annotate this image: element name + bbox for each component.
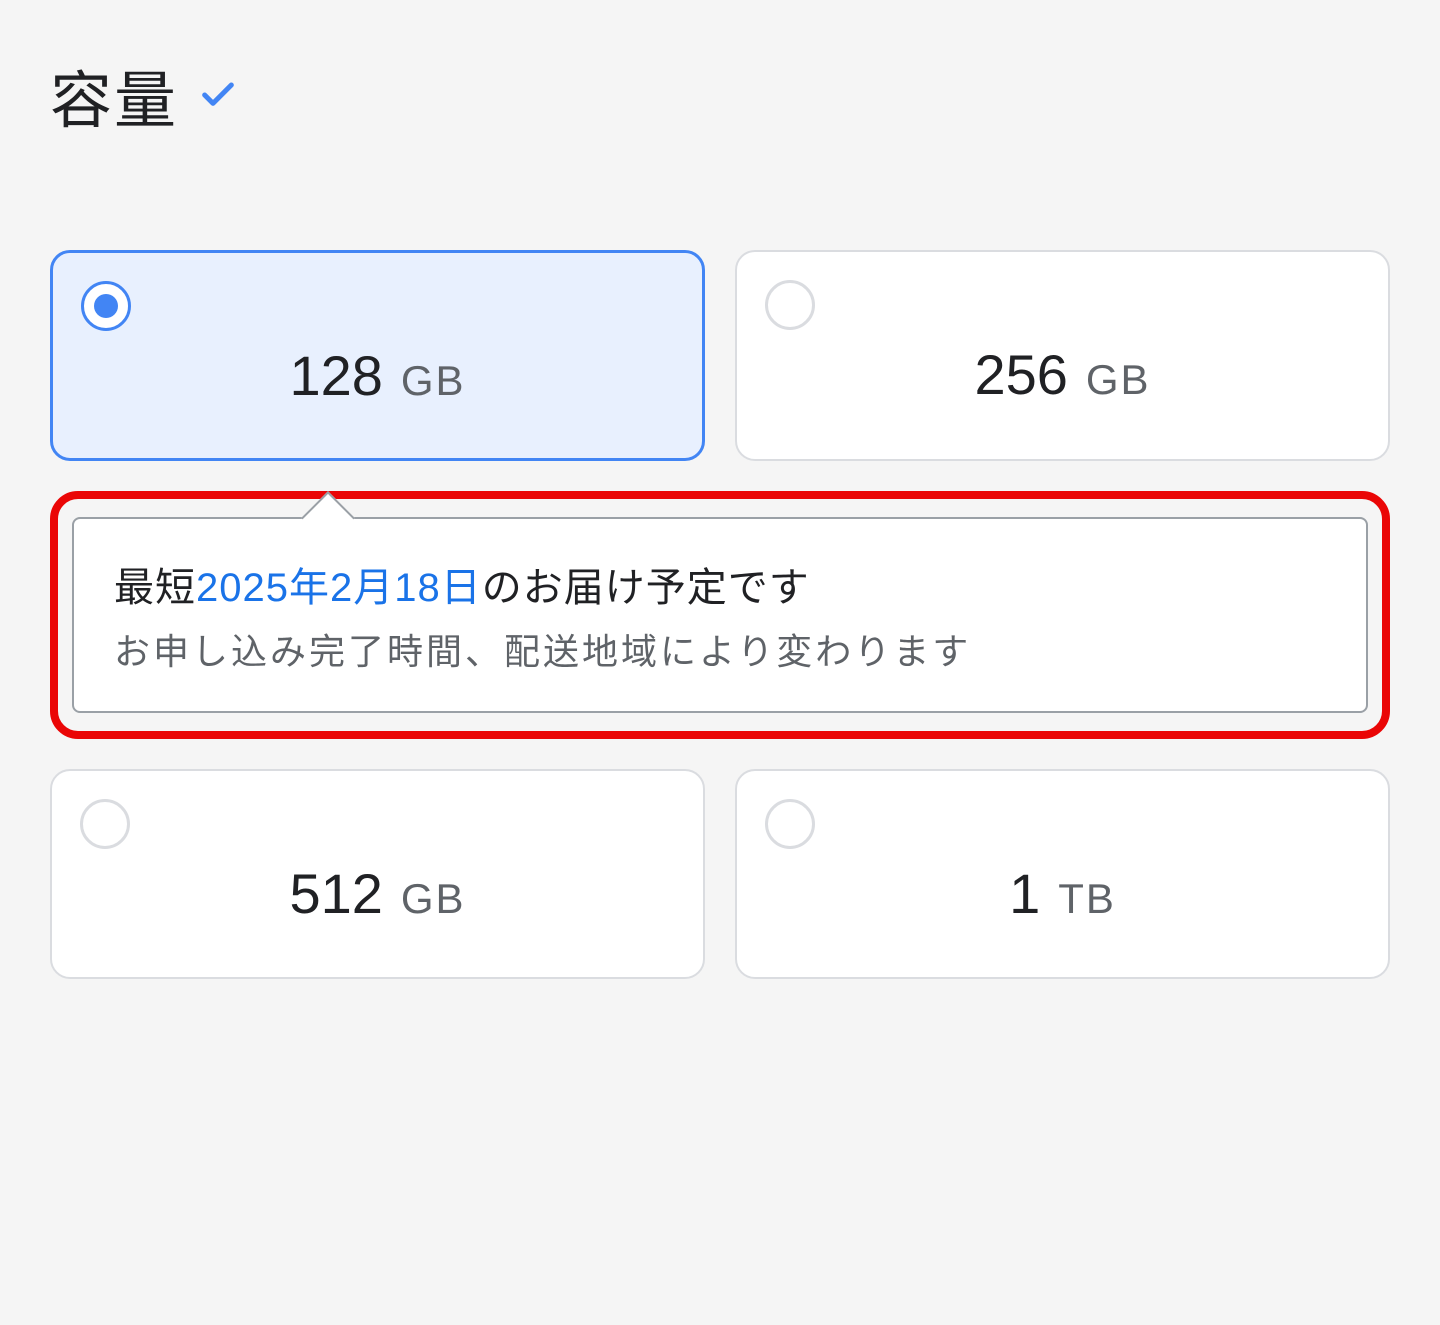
radio-icon [765,280,815,330]
delivery-suffix: のお届け予定です [482,566,810,610]
radio-icon [81,281,131,331]
option-unit: GB [401,875,466,923]
delivery-date: 2025年2月18日 [196,566,482,610]
option-value: 128 [289,343,382,408]
radio-icon [80,799,130,849]
option-unit: GB [401,357,466,405]
section-header: 容量 [50,50,1390,140]
delivery-callout: 最短2025年2月18日のお届け予定です お申し込み完了時間、配送地域により変わ… [72,517,1368,713]
option-value: 1 [1009,861,1040,926]
option-label: 512 GB [289,861,465,926]
check-icon [198,75,238,115]
radio-icon [765,799,815,849]
delivery-estimate-line: 最短2025年2月18日のお届け予定です [114,555,1326,613]
option-label: 1 TB [1009,861,1116,926]
callout-pointer-icon [301,491,355,545]
option-unit: GB [1086,356,1151,404]
option-value: 512 [289,861,382,926]
capacity-options-grid: 128 GB 256 GB 最短2025年2月18日のお届け予定です お申し込み… [50,250,1390,979]
delivery-prefix: 最短 [114,566,196,610]
option-label: 256 GB [974,342,1150,407]
capacity-option-256gb[interactable]: 256 GB [735,250,1390,461]
option-value: 256 [974,342,1067,407]
capacity-option-1tb[interactable]: 1 TB [735,769,1390,979]
option-label: 128 GB [289,343,465,408]
capacity-option-128gb[interactable]: 128 GB [50,250,705,461]
delivery-note: お申し込み完了時間、配送地域により変わります [114,623,1326,675]
capacity-option-512gb[interactable]: 512 GB [50,769,705,979]
section-title: 容量 [50,50,178,140]
option-unit: TB [1058,875,1116,923]
delivery-callout-highlight: 最短2025年2月18日のお届け予定です お申し込み完了時間、配送地域により変わ… [50,491,1390,739]
